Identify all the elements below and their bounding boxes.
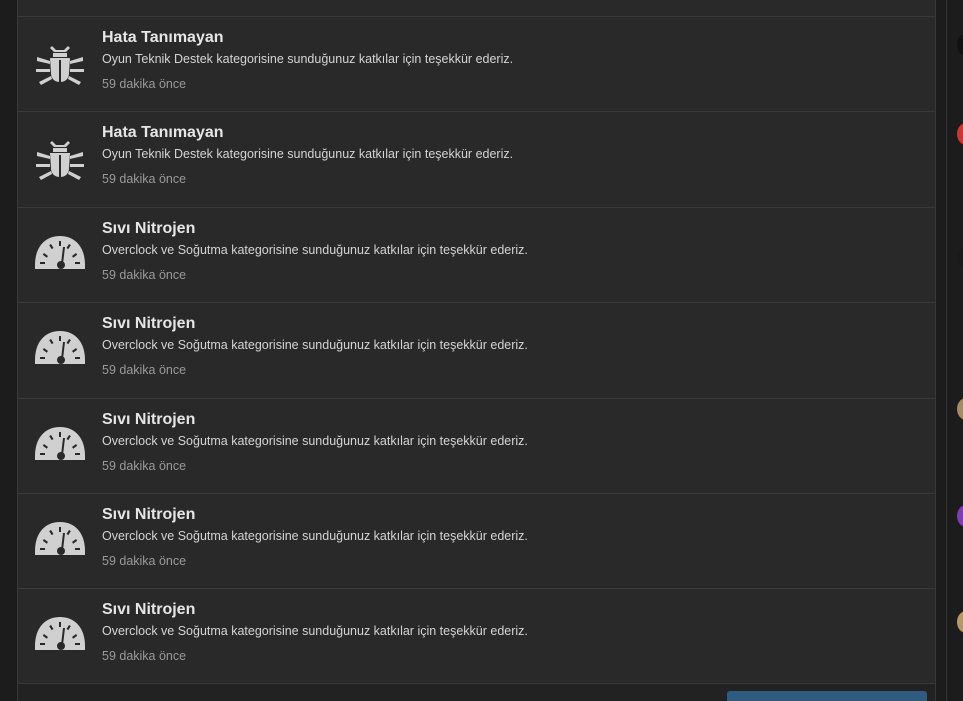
notifications-page: Hata Tanımayan Oyun Teknik Destek katego… <box>0 0 963 701</box>
speedometer-icon <box>32 224 88 280</box>
sidebar-divider <box>946 0 947 701</box>
notification-title: Sıvı Nitrojen <box>102 601 196 619</box>
notification-item[interactable]: Sıvı Nitrojen Overclock ve Soğutma kateg… <box>18 588 935 684</box>
footer-action-button[interactable] <box>727 691 927 701</box>
bug-icon <box>32 128 88 184</box>
speedometer-icon <box>32 415 88 471</box>
notification-time: 59 dakika önce <box>102 458 187 473</box>
sidebar-avatar[interactable] <box>957 123 963 145</box>
notification-item[interactable]: Hata Tanımayan Oyun Teknik Destek katego… <box>18 16 935 111</box>
notifications-list: Hata Tanımayan Oyun Teknik Destek katego… <box>18 16 935 684</box>
notification-time: 59 dakika önce <box>102 553 187 568</box>
notification-item[interactable]: Sıvı Nitrojen Overclock ve Soğutma kateg… <box>18 302 935 397</box>
notification-title: Hata Tanımayan <box>102 124 224 142</box>
notification-time: 59 dakika önce <box>102 649 187 664</box>
sidebar-avatar[interactable] <box>957 505 963 527</box>
notification-item[interactable]: Sıvı Nitrojen Overclock ve Soğutma kateg… <box>18 397 935 493</box>
notification-description: Overclock ve Soğutma kategorisine sunduğ… <box>102 242 528 257</box>
notification-title: Sıvı Nitrojen <box>102 410 196 428</box>
speedometer-icon <box>32 605 88 661</box>
panel-footer <box>18 684 935 701</box>
notifications-panel: Hata Tanımayan Oyun Teknik Destek katego… <box>17 0 936 701</box>
notification-title: Hata Tanımayan <box>102 29 224 46</box>
notification-time: 59 dakika önce <box>102 363 187 378</box>
notification-description: Overclock ve Soğutma kategorisine sunduğ… <box>102 338 528 353</box>
sidebar-avatar[interactable] <box>957 398 963 420</box>
notification-description: Overclock ve Soğutma kategorisine sunduğ… <box>102 433 528 448</box>
notification-item[interactable]: Sıvı Nitrojen Overclock ve Soğutma kateg… <box>18 206 935 302</box>
speedometer-icon <box>32 319 88 375</box>
notification-description: Oyun Teknik Destek kategorisine sunduğun… <box>102 52 514 66</box>
sidebar-avatar[interactable] <box>957 246 963 268</box>
notification-description: Overclock ve Soğutma kategorisine sunduğ… <box>102 624 528 639</box>
notification-time: 59 dakika önce <box>102 267 187 282</box>
notification-description: Overclock ve Soğutma kategorisine sunduğ… <box>102 528 528 543</box>
bug-icon <box>32 33 88 89</box>
notification-description: Oyun Teknik Destek kategorisine sunduğun… <box>102 147 514 162</box>
sidebar-avatar[interactable] <box>957 34 963 56</box>
notification-title: Sıvı Nitrojen <box>102 505 196 523</box>
speedometer-icon <box>32 510 88 566</box>
notification-title: Sıvı Nitrojen <box>102 219 196 237</box>
notification-time: 59 dakika önce <box>102 77 187 91</box>
sidebar-avatar[interactable] <box>957 611 963 633</box>
notification-title: Sıvı Nitrojen <box>102 315 196 333</box>
notification-item[interactable]: Hata Tanımayan Oyun Teknik Destek katego… <box>18 111 935 206</box>
notification-time: 59 dakika önce <box>102 172 187 187</box>
notification-item[interactable]: Sıvı Nitrojen Overclock ve Soğutma kateg… <box>18 492 935 588</box>
